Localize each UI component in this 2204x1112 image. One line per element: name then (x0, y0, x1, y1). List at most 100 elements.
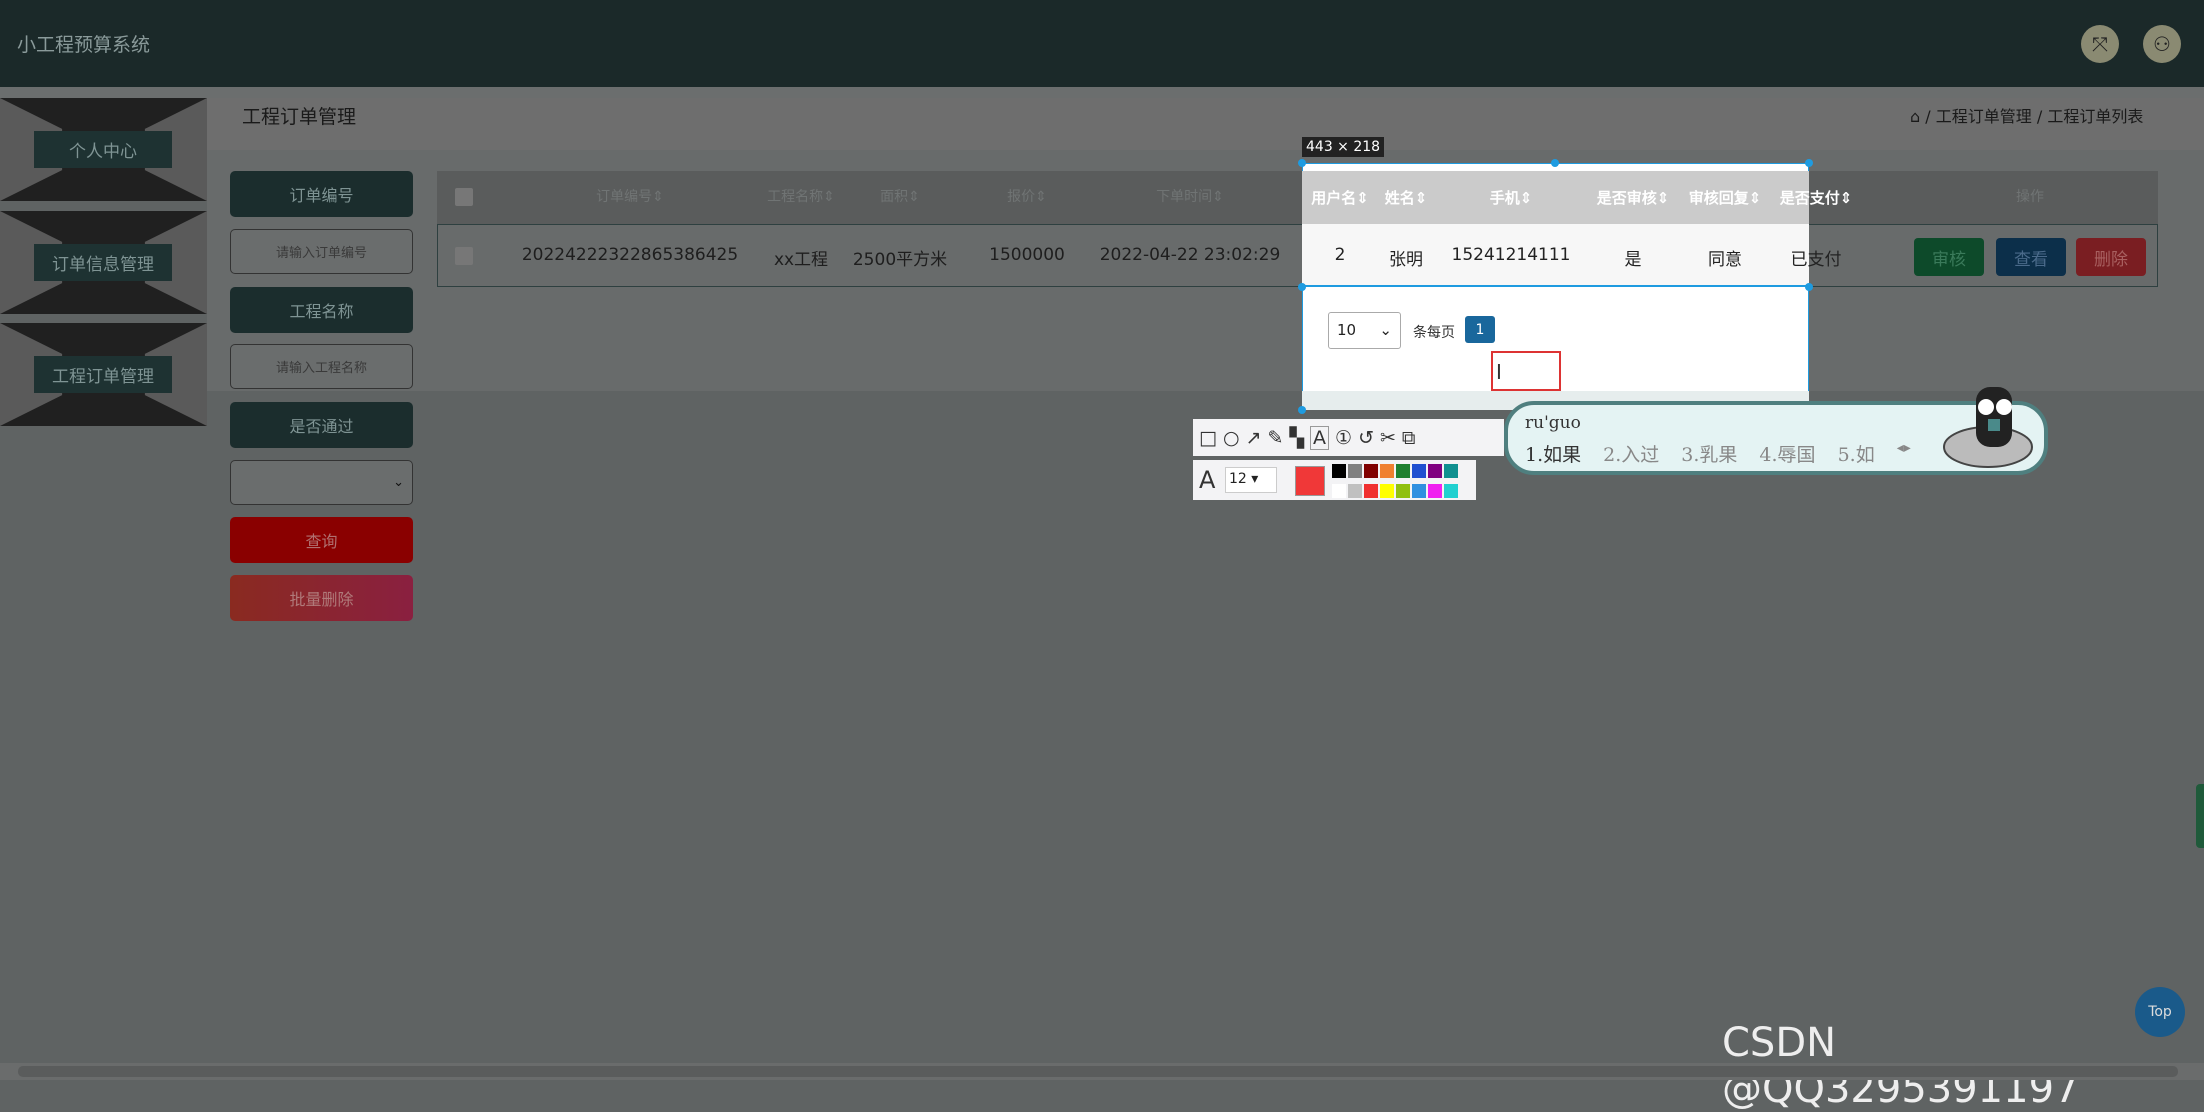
number-icon[interactable]: ① (1335, 427, 1352, 449)
sidebar-item-personal-center[interactable]: 个人中心 (0, 98, 207, 201)
font-size-value: 12 (1229, 471, 1247, 487)
cell-time: 2022-04-22 23:02:29 (1099, 245, 1281, 265)
sidebar-item-label: 个人中心 (34, 131, 172, 168)
ellipse-icon[interactable]: ○ (1223, 427, 1240, 449)
color-swatch[interactable] (1396, 464, 1410, 478)
passed-label: 是否通过 (230, 402, 413, 448)
order-no-input[interactable]: 请输入订单编号 (230, 229, 413, 274)
text-style-bar: A 12 ▾ (1193, 460, 1476, 500)
sidebar-item-order-info[interactable]: 订单信息管理 (0, 211, 207, 314)
side-tab[interactable] (2196, 784, 2204, 848)
rectangle-icon[interactable]: □ (1199, 427, 1217, 449)
column-header[interactable]: 下单时间⇕ (1156, 186, 1224, 206)
color-swatch[interactable] (1396, 484, 1410, 498)
sidebar-item-label: 订单信息管理 (34, 244, 172, 281)
page-button[interactable]: 1 (1465, 316, 1495, 343)
color-swatch[interactable] (1412, 484, 1426, 498)
resize-handle[interactable] (1298, 159, 1306, 167)
resize-handle[interactable] (1298, 406, 1306, 414)
ime-candidate[interactable]: 1.如果 (1525, 440, 1581, 467)
capture-toolbar: □ ○ ↗ ✎ ▚ A ① ↺ ✂ ⧉ (1193, 419, 1504, 456)
ime-page-arrows-icon[interactable]: ◂▸ (1897, 440, 1911, 467)
color-swatch[interactable] (1380, 484, 1394, 498)
sidebar-item-project-orders[interactable]: 工程订单管理 (0, 323, 207, 426)
breadcrumb-item[interactable]: 工程订单管理 (1936, 107, 2032, 126)
page-size-label: 条每页 (1413, 325, 1455, 341)
scrollbar-thumb[interactable] (18, 1066, 2178, 1077)
color-swatch[interactable] (1380, 464, 1394, 478)
column-header[interactable]: 手机⇕ (1490, 187, 1533, 208)
column-header[interactable]: 是否支付⇕ (1780, 187, 1853, 208)
select-all-checkbox[interactable] (455, 188, 473, 206)
view-button[interactable]: 查看 (1996, 238, 2066, 276)
table-header (437, 171, 2158, 224)
current-color-swatch[interactable] (1295, 466, 1325, 496)
home-icon[interactable]: ⌂ (1910, 107, 1920, 126)
color-swatch[interactable] (1348, 484, 1362, 498)
text-icon[interactable]: A (1310, 425, 1330, 450)
resize-handle[interactable] (1805, 159, 1813, 167)
order-no-label: 订单编号 (230, 171, 413, 217)
column-header[interactable]: 审核回复⇕ (1689, 187, 1762, 208)
pin-icon[interactable]: ⧉ (1402, 427, 1416, 449)
column-header: 操作 (2016, 189, 2044, 205)
color-swatch[interactable] (1332, 484, 1346, 498)
pencil-icon[interactable]: ✎ (1267, 427, 1283, 449)
breadcrumb: ⌂ / 工程订单管理 / 工程订单列表 (1910, 103, 2143, 127)
user-icon[interactable]: ⚇ (2143, 25, 2181, 63)
ime-candidate[interactable]: 5.如 (1838, 440, 1875, 467)
fullscreen-icon[interactable]: ⤧ (2081, 25, 2119, 63)
color-swatch[interactable] (1332, 464, 1346, 478)
divider (0, 87, 2204, 98)
page-size-select[interactable]: 10 ⌄ (1328, 312, 1401, 349)
chevron-down-icon: ⌄ (1379, 321, 1392, 339)
sidebar-item-label: 工程订单管理 (34, 356, 172, 393)
resize-handle[interactable] (1298, 283, 1306, 291)
column-header[interactable]: 工程名称⇕ (767, 186, 835, 206)
font-size-select[interactable]: 12 ▾ (1225, 467, 1277, 493)
color-palette (1331, 463, 1471, 503)
color-swatch[interactable] (1412, 464, 1426, 478)
back-to-top-button[interactable]: Top (2135, 987, 2185, 1037)
font-icon: A (1199, 466, 1216, 494)
ime-mascot-icon (1940, 385, 2036, 471)
color-swatch[interactable] (1444, 484, 1458, 498)
column-header[interactable]: 面积⇕ (880, 186, 920, 206)
breadcrumb-sep: / (1925, 107, 1931, 126)
resize-handle[interactable] (1551, 159, 1559, 167)
passed-select[interactable]: ⌄ (230, 460, 413, 505)
cell-paid: 已支付 (1790, 250, 1842, 270)
capture-size-label: 443 × 218 (1302, 137, 1385, 157)
ime-candidate[interactable]: 2.入过 (1603, 440, 1659, 467)
color-swatch[interactable] (1444, 464, 1458, 478)
cell-username: 2 (1334, 245, 1346, 265)
column-header[interactable]: 用户名⇕ (1311, 187, 1369, 208)
cell-phone: 15241214111 (1451, 245, 1571, 265)
mosaic-icon[interactable]: ▚ (1289, 427, 1304, 449)
batch-delete-button[interactable]: 批量删除 (230, 575, 413, 621)
column-header[interactable]: 是否审核⇕ (1597, 187, 1670, 208)
chevron-down-icon: ⌄ (393, 475, 404, 490)
ime-candidate[interactable]: 4.辱国 (1759, 440, 1815, 467)
resize-handle[interactable] (1805, 283, 1813, 291)
color-swatch[interactable] (1364, 464, 1378, 478)
search-button[interactable]: 查询 (230, 517, 413, 563)
row-checkbox[interactable] (455, 247, 473, 265)
scissors-icon[interactable]: ✂ (1380, 427, 1396, 449)
color-swatch[interactable] (1428, 464, 1442, 478)
page-size-value: 10 (1337, 321, 1357, 339)
review-button[interactable]: 审核 (1914, 238, 1984, 276)
column-header[interactable]: 订单编号⇕ (596, 186, 664, 206)
color-swatch[interactable] (1428, 484, 1442, 498)
ime-candidate[interactable]: 3.乳果 (1681, 440, 1737, 467)
project-name-input[interactable]: 请输入工程名称 (230, 344, 413, 389)
column-header[interactable]: 报价⇕ (1007, 186, 1047, 206)
color-swatch[interactable] (1364, 484, 1378, 498)
color-swatch[interactable] (1348, 464, 1362, 478)
project-name-label: 工程名称 (230, 287, 413, 333)
breadcrumb-item: 工程订单列表 (2047, 107, 2144, 126)
column-header[interactable]: 姓名⇕ (1385, 187, 1428, 208)
delete-button[interactable]: 删除 (2076, 238, 2146, 276)
undo-icon[interactable]: ↺ (1358, 427, 1374, 449)
arrow-icon[interactable]: ↗ (1246, 427, 1262, 449)
